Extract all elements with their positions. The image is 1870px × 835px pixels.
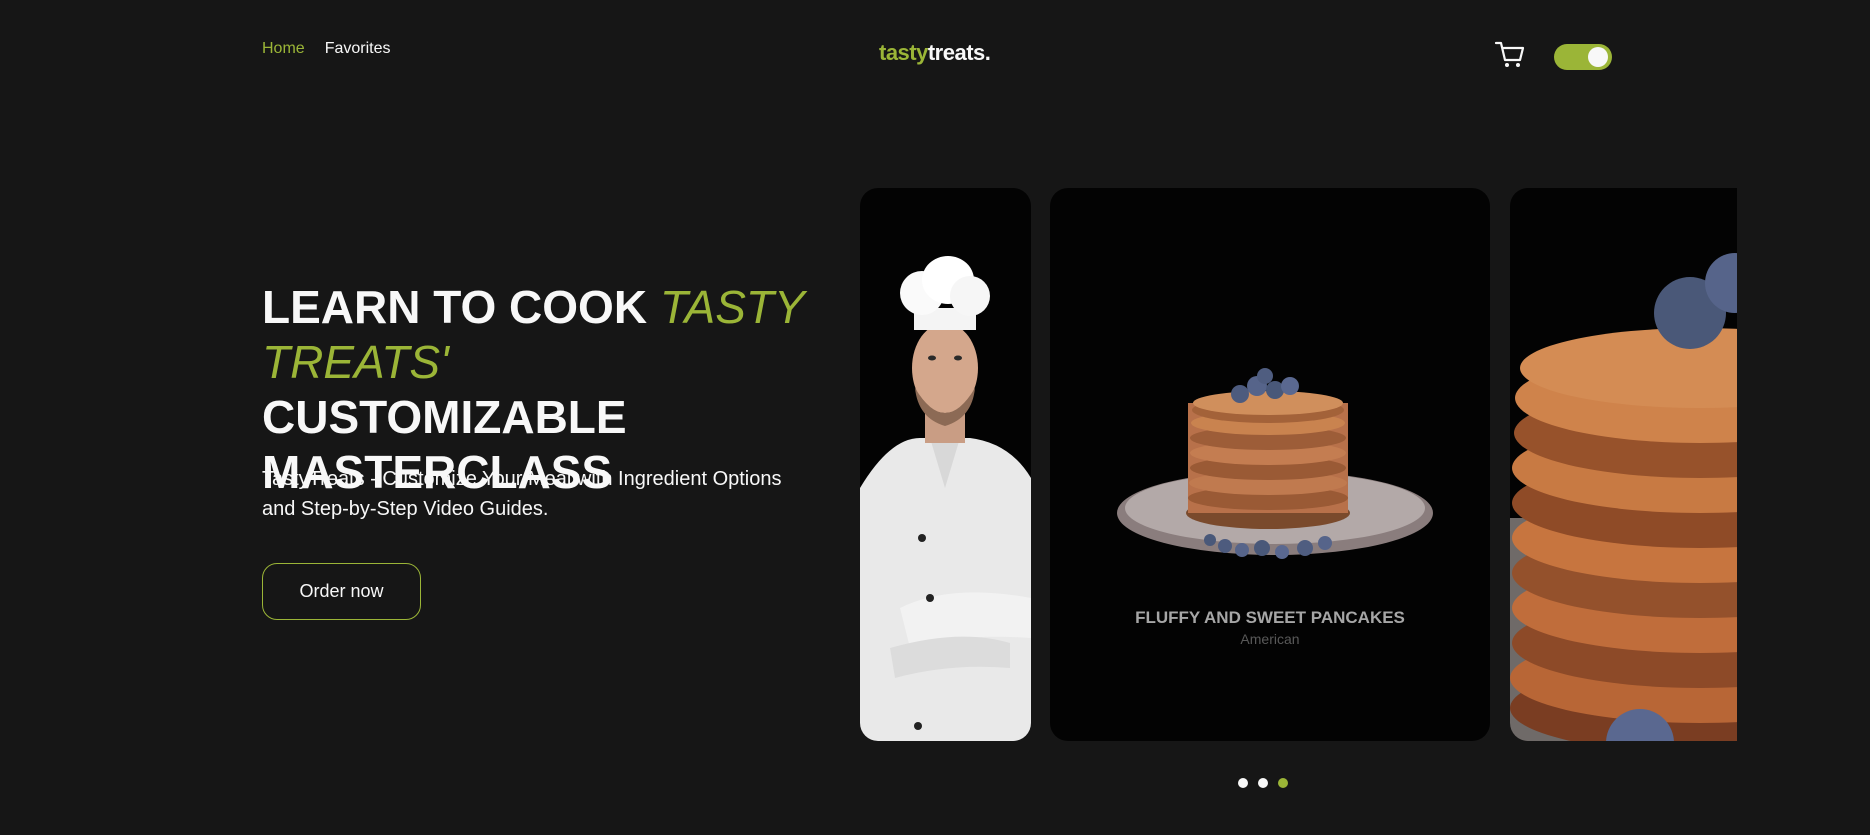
- slide-card-pancake-closeup[interactable]: [1510, 188, 1737, 741]
- main-nav: Home Favorites: [262, 40, 390, 58]
- slider-dot-1[interactable]: [1238, 778, 1248, 788]
- slide-card-pancakes[interactable]: FLUFFY AND SWEET PANCAKES American: [1050, 188, 1490, 741]
- slider-dot-2[interactable]: [1258, 778, 1268, 788]
- site-logo[interactable]: tastytreats.: [879, 40, 991, 66]
- slider-dot-3[interactable]: [1278, 778, 1288, 788]
- page: Home Favorites tastytreats. LEARN TO COO…: [0, 0, 1870, 835]
- hero-description: TastyTreats - Customize Your Meal with I…: [262, 468, 782, 520]
- slide-card-chef[interactable]: [860, 188, 1031, 741]
- nav-link-home[interactable]: Home: [262, 40, 305, 58]
- pancake-stack-photo: [1117, 368, 1433, 559]
- logo-part-tasty: tasty: [879, 40, 928, 65]
- pancake-closeup-photo: [1510, 253, 1737, 741]
- card-subtitle: American: [1240, 631, 1300, 647]
- theme-toggle[interactable]: [1554, 44, 1612, 70]
- order-now-button[interactable]: Order now: [262, 563, 421, 620]
- nav-link-favorites[interactable]: Favorites: [325, 40, 391, 58]
- recipe-slider: FLUFFY AND SWEET PANCAKES American: [860, 188, 1737, 741]
- hero-title-part1: LEARN TO COOK: [262, 281, 648, 333]
- logo-part-treats: treats.: [927, 40, 991, 65]
- toggle-knob: [1588, 47, 1608, 67]
- chef-photo: [860, 256, 1031, 741]
- cart-icon: [1494, 41, 1525, 67]
- card-title: FLUFFY AND SWEET PANCAKES: [1135, 608, 1405, 627]
- cart-button[interactable]: [1494, 38, 1526, 70]
- site-header: Home Favorites tastytreats.: [0, 0, 1870, 110]
- slider-pagination: [1238, 778, 1288, 788]
